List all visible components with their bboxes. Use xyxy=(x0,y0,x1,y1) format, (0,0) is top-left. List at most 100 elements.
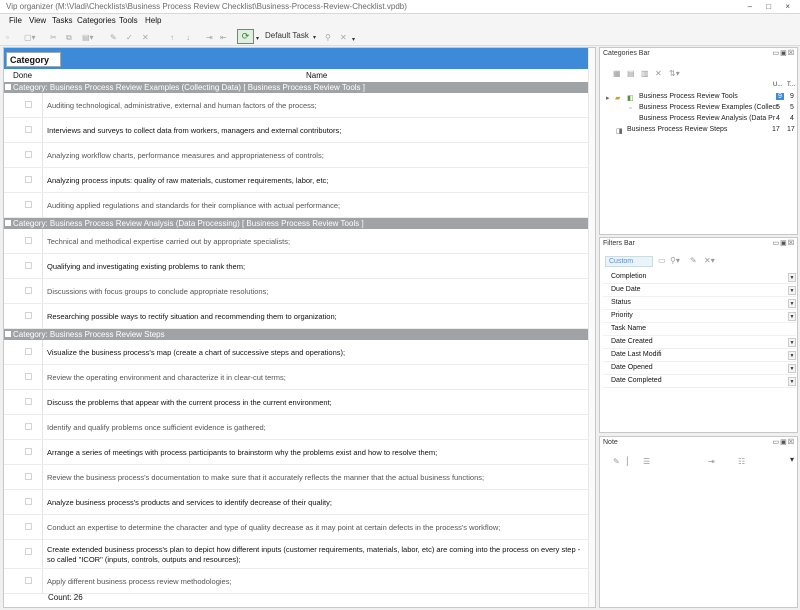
filter-row[interactable]: Date Completed ▼ xyxy=(603,375,796,388)
remove-icon[interactable]: ✕ xyxy=(340,33,347,42)
filter-row[interactable]: Date Opened ▼ xyxy=(603,362,796,375)
done-checkbox[interactable] xyxy=(25,523,32,530)
paste-icon[interactable]: ▤▾ xyxy=(82,33,94,42)
move-category-icon[interactable]: ▥ xyxy=(641,69,649,78)
italic-icon[interactable]: ▏ xyxy=(627,457,633,466)
chevron-down-icon[interactable]: ▼ xyxy=(788,299,796,308)
filter-row[interactable]: Completion ▼ xyxy=(603,271,796,284)
edit-filter-icon[interactable]: ✎ xyxy=(690,256,697,265)
refresh-icon[interactable]: ⟳ xyxy=(237,29,254,44)
list-icon[interactable]: ☷ xyxy=(738,457,745,466)
category-item-analysis[interactable]: Business Process Review Analysis (Data P… xyxy=(639,115,775,122)
category-item-examples[interactable]: Business Process Review Examples (Collec… xyxy=(639,104,778,111)
sort-icon[interactable]: ⇅▾ xyxy=(669,69,680,78)
task-row[interactable]: Create extended business process's plan … xyxy=(4,540,595,569)
filter-row[interactable]: Date Created ▼ xyxy=(603,336,796,349)
open-icon[interactable]: ▢▾ xyxy=(24,33,36,42)
menu-tasks[interactable]: Tasks xyxy=(52,16,72,25)
chevron-down-icon[interactable]: ▾ xyxy=(313,34,316,41)
task-row[interactable]: Auditing technological, administrative, … xyxy=(4,93,595,118)
task-row[interactable]: Discuss the problems that appear with th… xyxy=(4,390,595,415)
collapse-icon[interactable] xyxy=(5,84,11,90)
filter-row[interactable]: Status ▼ xyxy=(603,297,796,310)
chevron-down-icon[interactable]: ▼ xyxy=(788,312,796,321)
edit-icon[interactable]: ✎ xyxy=(110,33,117,42)
category-row[interactable]: Category: Business Process Review Analys… xyxy=(4,218,595,229)
task-row[interactable]: Analyzing process inputs: quality of raw… xyxy=(4,168,595,193)
task-row[interactable]: Researching possible ways to rectify sit… xyxy=(4,304,595,329)
vertical-scrollbar[interactable] xyxy=(588,48,595,607)
edit-category-icon[interactable]: ▤ xyxy=(627,69,635,78)
category-item-tools[interactable]: Business Process Review Tools xyxy=(639,93,738,100)
chevron-down-icon[interactable]: ▼ xyxy=(788,377,796,386)
column-name[interactable]: Name xyxy=(306,71,327,80)
cut-icon[interactable]: ✂ xyxy=(50,33,57,42)
menu-file[interactable]: File xyxy=(9,16,22,25)
column-done[interactable]: Done xyxy=(13,71,32,80)
done-checkbox[interactable] xyxy=(25,473,32,480)
task-row[interactable]: Review the business process's documentat… xyxy=(4,465,595,490)
chevron-down-icon[interactable]: ▼ xyxy=(788,286,796,295)
window-controls[interactable]: – □ × xyxy=(748,2,796,11)
done-checkbox[interactable] xyxy=(25,398,32,405)
save-filter-icon[interactable]: ▭ xyxy=(658,256,666,265)
menu-categories[interactable]: Categories xyxy=(77,16,116,25)
task-row[interactable]: Qualifying and investigating existing pr… xyxy=(4,254,595,279)
task-row[interactable]: Conduct an expertise to determine the ch… xyxy=(4,515,595,540)
task-row[interactable]: Discussions with focus groups to conclud… xyxy=(4,279,595,304)
check-icon[interactable]: ✓ xyxy=(126,33,133,42)
expand-icon[interactable]: ▸ xyxy=(606,94,610,102)
collapse-icon[interactable] xyxy=(5,331,11,337)
task-row[interactable]: Analyze business process's products and … xyxy=(4,490,595,515)
copy-icon[interactable]: ⧉ xyxy=(66,33,72,43)
done-checkbox[interactable] xyxy=(25,348,32,355)
done-checkbox[interactable] xyxy=(25,423,32,430)
task-row[interactable]: Auditing applied regulations and standar… xyxy=(4,193,595,218)
menu-help[interactable]: Help xyxy=(145,16,161,25)
indent-icon[interactable]: ⇥ xyxy=(708,457,715,466)
category-group-tab[interactable]: Category xyxy=(6,52,61,67)
filter-link-icon[interactable]: ⚲▾ xyxy=(670,256,680,265)
done-checkbox[interactable] xyxy=(25,176,32,183)
task-row[interactable]: Visualize the business process's map (cr… xyxy=(4,340,595,365)
category-row[interactable]: Category: Business Process Review Steps xyxy=(4,329,595,340)
done-checkbox[interactable] xyxy=(25,237,32,244)
task-row[interactable]: Arrange a series of meetings with proces… xyxy=(4,440,595,465)
filter-row[interactable]: Date Last Modifi ▼ xyxy=(603,349,796,362)
task-row[interactable]: Analyzing workflow charts, performance m… xyxy=(4,143,595,168)
chevron-down-icon[interactable]: ▾ xyxy=(256,35,259,42)
align-icon[interactable]: ☰ xyxy=(643,457,650,466)
clear-filter-icon[interactable]: ✕▾ xyxy=(704,256,715,265)
arrow-up-icon[interactable]: ↑ xyxy=(170,33,174,42)
delete-category-icon[interactable]: ✕ xyxy=(655,69,662,78)
delete-icon[interactable]: ✕ xyxy=(142,33,149,42)
done-checkbox[interactable] xyxy=(25,373,32,380)
category-row[interactable]: Category: Business Process Review Exampl… xyxy=(4,82,595,93)
collapse-icon[interactable] xyxy=(5,220,11,226)
task-row[interactable]: Apply different business process review … xyxy=(4,569,595,594)
chevron-down-icon[interactable]: ▾ xyxy=(790,455,794,464)
column-u[interactable]: U... xyxy=(773,82,782,88)
done-checkbox[interactable] xyxy=(25,201,32,208)
filter-row[interactable]: Due Date ▼ xyxy=(603,284,796,297)
done-checkbox[interactable] xyxy=(25,312,32,319)
filter-row[interactable]: Priority ▼ xyxy=(603,310,796,323)
chevron-down-icon[interactable]: ▼ xyxy=(788,338,796,347)
chevron-down-icon[interactable]: ▾ xyxy=(352,36,355,43)
panel-controls[interactable]: ▭▣☒ xyxy=(772,239,795,247)
task-row[interactable]: Technical and methodical expertise carri… xyxy=(4,229,595,254)
task-row[interactable]: Identify and qualify problems once suffi… xyxy=(4,415,595,440)
column-t[interactable]: T... xyxy=(787,82,795,88)
link-icon[interactable]: ⚲ xyxy=(325,33,331,42)
done-checkbox[interactable] xyxy=(25,126,32,133)
arrow-down-icon[interactable]: ↓ xyxy=(186,33,190,42)
done-checkbox[interactable] xyxy=(25,448,32,455)
done-checkbox[interactable] xyxy=(25,287,32,294)
add-category-icon[interactable]: ▦ xyxy=(613,69,621,78)
done-checkbox[interactable] xyxy=(25,498,32,505)
menu-view[interactable]: View xyxy=(29,16,46,25)
outdent-icon[interactable]: ⇤ xyxy=(220,33,227,42)
done-checkbox[interactable] xyxy=(25,151,32,158)
category-item-steps[interactable]: Business Process Review Steps xyxy=(627,126,727,133)
done-checkbox[interactable] xyxy=(25,262,32,269)
